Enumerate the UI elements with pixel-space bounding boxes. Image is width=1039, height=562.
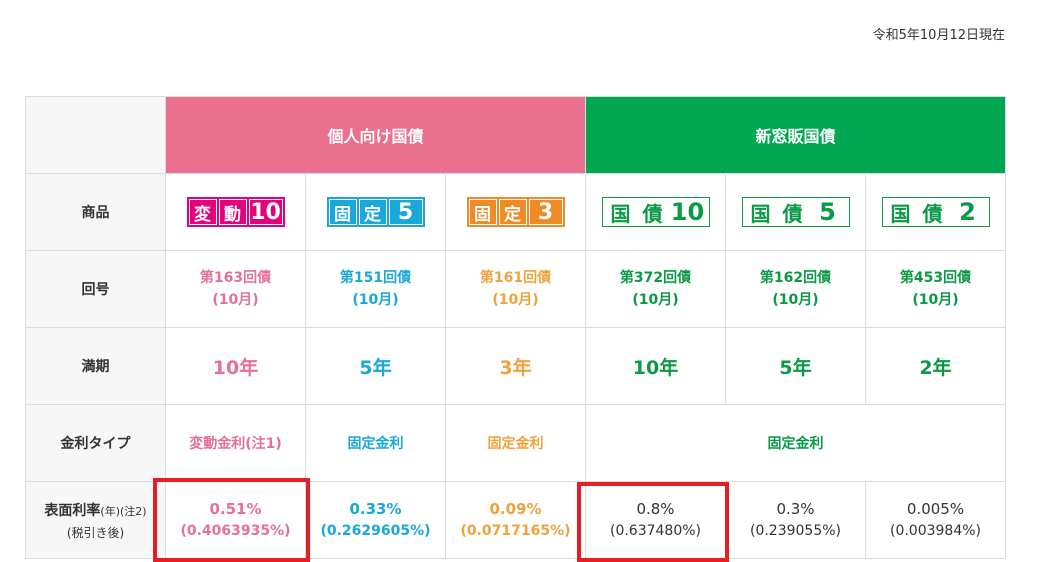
row-label-product: 商品 bbox=[25, 173, 166, 251]
logo-char: 国 bbox=[890, 201, 911, 226]
coupon-label-note: (注2) bbox=[120, 504, 147, 518]
logo-number: 10 bbox=[670, 198, 705, 226]
product-logo-cell: 国 債 10 bbox=[585, 173, 726, 251]
series-cell: 第453回債 (10月) bbox=[865, 250, 1006, 328]
logo-char: 債 bbox=[922, 201, 943, 226]
row-label-coupon: 表面利率(年)(注2) (税引き後) bbox=[25, 481, 166, 559]
rate-type-cell: 固定金利 bbox=[305, 404, 446, 482]
series-month: (10月) bbox=[632, 292, 679, 308]
row-label-rate-type: 金利タイプ bbox=[25, 404, 166, 482]
product-logo-cell: 固 定 3 bbox=[445, 173, 586, 251]
series-number: 第162回債 bbox=[759, 270, 832, 286]
kokusai-10-logo-icon: 国 債 10 bbox=[601, 197, 710, 227]
logo-number: 5 bbox=[388, 199, 423, 225]
kokusai-5-logo-icon: 国 債 5 bbox=[741, 197, 850, 227]
rate-type-cell-new: 固定金利 bbox=[585, 404, 1006, 482]
series-month: (10月) bbox=[772, 292, 819, 308]
series-month: (10月) bbox=[212, 292, 259, 308]
series-month: (10月) bbox=[912, 292, 959, 308]
series-cell: 第163回債 (10月) bbox=[165, 250, 306, 328]
coupon-label-sub: (税引き後) bbox=[66, 525, 125, 540]
series-cell: 第151回債 (10月) bbox=[305, 250, 446, 328]
maturity-cell: 5年 bbox=[305, 327, 446, 405]
series-cell: 第162回債 (10月) bbox=[725, 250, 866, 328]
logo-char: 定 bbox=[498, 199, 527, 225]
product-logo-cell: 変 動 10 bbox=[165, 173, 306, 251]
group-header-new: 新窓販国債 bbox=[585, 96, 1006, 174]
coupon-rate: 0.3% bbox=[776, 500, 815, 518]
rate-type-cell: 固定金利 bbox=[445, 404, 586, 482]
series-number: 第151回債 bbox=[339, 270, 412, 286]
kokusai-2-logo-icon: 国 債 2 bbox=[881, 197, 990, 227]
coupon-after-tax: (0.2629605%) bbox=[320, 523, 431, 539]
product-logo-cell: 国 債 5 bbox=[725, 173, 866, 251]
coupon-after-tax: (0.003984%) bbox=[889, 523, 982, 539]
maturity-cell: 10年 bbox=[165, 327, 306, 405]
logo-number: 3 bbox=[528, 199, 563, 225]
maturity-cell: 2年 bbox=[865, 327, 1006, 405]
coupon-cell: 0.33% (0.2629605%) bbox=[305, 481, 446, 559]
logo-number: 10 bbox=[248, 199, 283, 225]
coupon-cell: 0.005% (0.003984%) bbox=[865, 481, 1006, 559]
series-month: (10月) bbox=[492, 292, 539, 308]
logo-char: 債 bbox=[642, 201, 663, 226]
coupon-label-main: 表面利率 bbox=[44, 502, 101, 519]
highlight-box-kokusai10 bbox=[577, 482, 729, 562]
maturity-cell: 5年 bbox=[725, 327, 866, 405]
rate-type-cell: 変動金利(注1) bbox=[165, 404, 306, 482]
coupon-cell: 0.09% (0.0717165%) bbox=[445, 481, 586, 559]
kotei-5-logo-icon: 固 定 5 bbox=[326, 197, 425, 227]
logo-char: 定 bbox=[358, 199, 387, 225]
kotei-3-logo-icon: 固 定 3 bbox=[466, 197, 565, 227]
product-logo-cell: 固 定 5 bbox=[305, 173, 446, 251]
logo-char: 変 bbox=[188, 199, 217, 225]
logo-char: 国 bbox=[610, 201, 631, 226]
maturity-cell: 3年 bbox=[445, 327, 586, 405]
series-cell: 第161回債 (10月) bbox=[445, 250, 586, 328]
logo-char: 債 bbox=[782, 201, 803, 226]
coupon-cell: 0.3% (0.239055%) bbox=[725, 481, 866, 559]
series-month: (10月) bbox=[352, 292, 399, 308]
series-number: 第161回債 bbox=[479, 270, 552, 286]
maturity-cell: 10年 bbox=[585, 327, 726, 405]
highlight-box-hendo bbox=[153, 478, 310, 562]
coupon-rate: 0.33% bbox=[349, 500, 402, 518]
coupon-rate: 0.005% bbox=[906, 500, 965, 518]
series-cell: 第372回債 (10月) bbox=[585, 250, 726, 328]
series-number: 第372回債 bbox=[619, 270, 692, 286]
row-label-maturity: 満期 bbox=[25, 327, 166, 405]
coupon-rate: 0.09% bbox=[489, 500, 542, 518]
row-label-series: 回号 bbox=[25, 250, 166, 328]
coupon-after-tax: (0.0717165%) bbox=[460, 523, 571, 539]
product-logo-cell: 国 債 2 bbox=[865, 173, 1006, 251]
coupon-after-tax: (0.239055%) bbox=[749, 523, 842, 539]
as-of-date: 令和5年10月12日現在 bbox=[872, 28, 1005, 43]
logo-char: 固 bbox=[468, 199, 497, 225]
logo-number: 2 bbox=[959, 198, 976, 226]
series-number: 第163回債 bbox=[199, 270, 272, 286]
corner-cell bbox=[25, 96, 166, 174]
group-header-personal: 個人向け国債 bbox=[165, 96, 586, 174]
coupon-label-year: (年) bbox=[100, 504, 120, 518]
logo-char: 国 bbox=[750, 201, 771, 226]
logo-char: 固 bbox=[328, 199, 357, 225]
hendo-10-logo-icon: 変 動 10 bbox=[186, 197, 285, 227]
logo-char: 動 bbox=[218, 199, 247, 225]
series-number: 第453回債 bbox=[899, 270, 972, 286]
logo-number: 5 bbox=[819, 198, 836, 226]
